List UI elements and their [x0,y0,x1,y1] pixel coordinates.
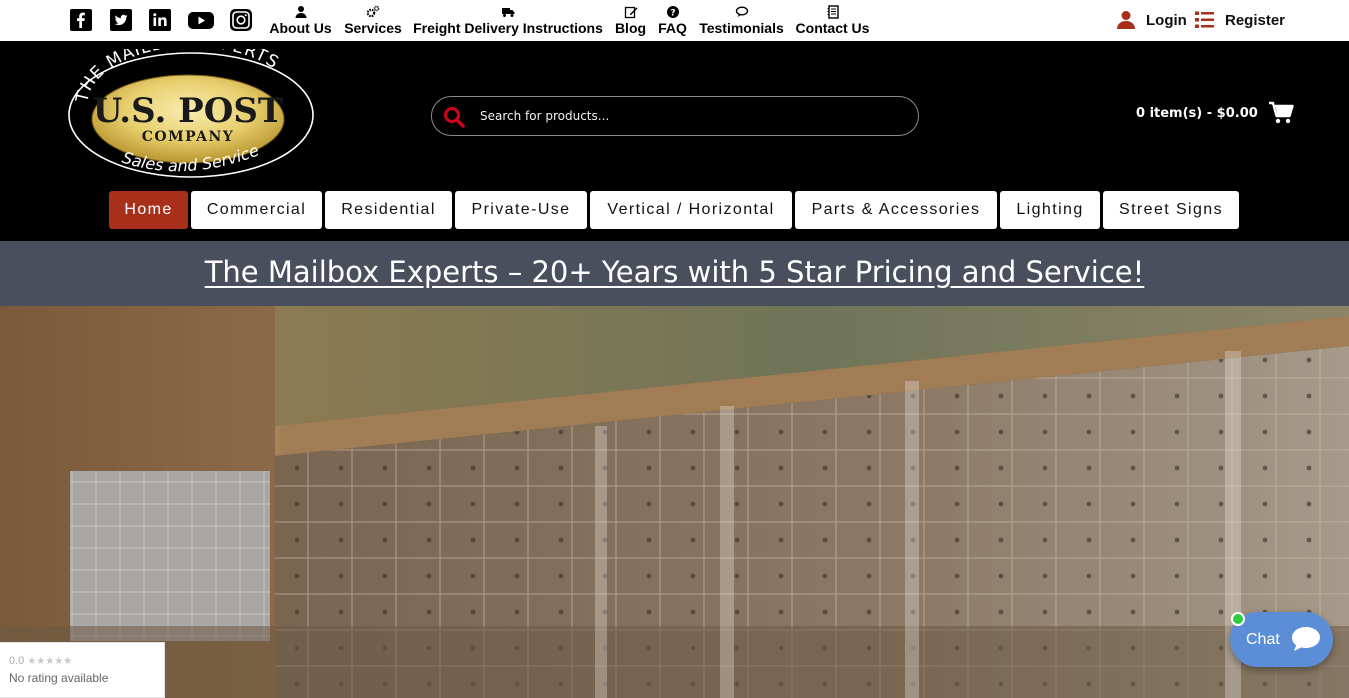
topnav-contact-us[interactable]: Contact Us [795,2,870,37]
youtube-icon[interactable] [187,8,215,32]
register-label: Register [1225,11,1286,29]
nav-private-use[interactable]: Private-Use [455,191,587,229]
topnav-about-us[interactable]: About Us [269,2,332,37]
top-bar: About Us Services Freight Delivery Instr… [0,0,1349,41]
facebook-icon[interactable] [69,8,93,32]
twitter-icon[interactable] [109,8,133,32]
login-label: Login [1146,11,1187,29]
rating-stars: ★★★★★ [27,656,73,667]
comments-icon [699,2,784,20]
topnav-label: Freight Delivery Instructions [413,20,603,36]
rating-score: 0.0 [9,655,25,667]
topnav-label: Testimonials [699,20,784,36]
site-header: THE MAILBOX EXPERTS U.S. POST COMPANY Sa… [0,32,1349,241]
topnav-freight-delivery[interactable]: Freight Delivery Instructions [413,2,603,37]
edit-icon [614,2,647,20]
topnav-label: Contact Us [795,20,870,36]
instagram-icon[interactable] [229,8,253,32]
mailbox-room-photo [0,306,1349,698]
nav-street-signs[interactable]: Street Signs [1103,191,1239,229]
rating-widget[interactable]: 0.0 ★★★★★ No rating available [0,642,165,698]
topnav-services[interactable]: Services [344,2,402,37]
question-icon: ? [657,2,688,20]
online-status-dot [1231,612,1245,626]
svg-text:?: ? [670,8,675,18]
shopping-cart-icon [1268,101,1294,124]
search-bar [431,96,919,136]
nav-residential[interactable]: Residential [325,191,452,229]
search-input[interactable] [480,105,900,127]
logo-main-text: U.S. POST [93,91,283,131]
user-icon [1117,11,1135,29]
chat-label: Chat [1246,631,1280,648]
hero-image [0,306,1349,698]
nav-vertical-horizontal[interactable]: Vertical / Horizontal [590,191,792,229]
login-link[interactable]: Login [1115,10,1187,30]
rating-score-line: 0.0 ★★★★★ [9,655,72,667]
promo-banner: The Mailbox Experts – 20+ Years with 5 S… [0,241,1349,306]
rating-text: No rating available [9,671,109,685]
address-book-icon [795,2,870,20]
cart-summary: 0 item(s) - $0.00 [1136,105,1258,121]
chat-button[interactable]: Chat [1230,612,1333,667]
user-icon [269,2,332,20]
logo-sub-text: COMPANY [142,129,235,145]
nav-parts-accessories[interactable]: Parts & Accessories [795,191,997,229]
linkedin-icon[interactable] [148,8,172,32]
topnav-label: FAQ [658,20,687,36]
register-link[interactable]: Register [1194,10,1285,30]
cart-link[interactable]: 0 item(s) - $0.00 [1136,101,1294,125]
chat-bubble-icon [1292,627,1320,651]
banner-headline-link[interactable]: The Mailbox Experts – 20+ Years with 5 S… [205,255,1145,289]
list-icon [1195,11,1214,28]
topnav-faq[interactable]: ? FAQ [657,2,688,37]
topnav-label: About Us [269,20,332,36]
topnav-label: Blog [614,20,647,36]
topnav-testimonials[interactable]: Testimonials [699,2,784,37]
nav-lighting[interactable]: Lighting [1000,191,1100,229]
truck-icon [413,2,603,20]
nav-commercial[interactable]: Commercial [191,191,322,229]
us-post-company-logo[interactable]: THE MAILBOX EXPERTS U.S. POST COMPANY Sa… [66,32,316,181]
search-icon[interactable] [442,105,466,129]
topnav-blog[interactable]: Blog [614,2,647,37]
gears-icon [344,2,402,20]
topnav-label: Services [344,20,402,36]
nav-home[interactable]: Home [109,191,188,229]
